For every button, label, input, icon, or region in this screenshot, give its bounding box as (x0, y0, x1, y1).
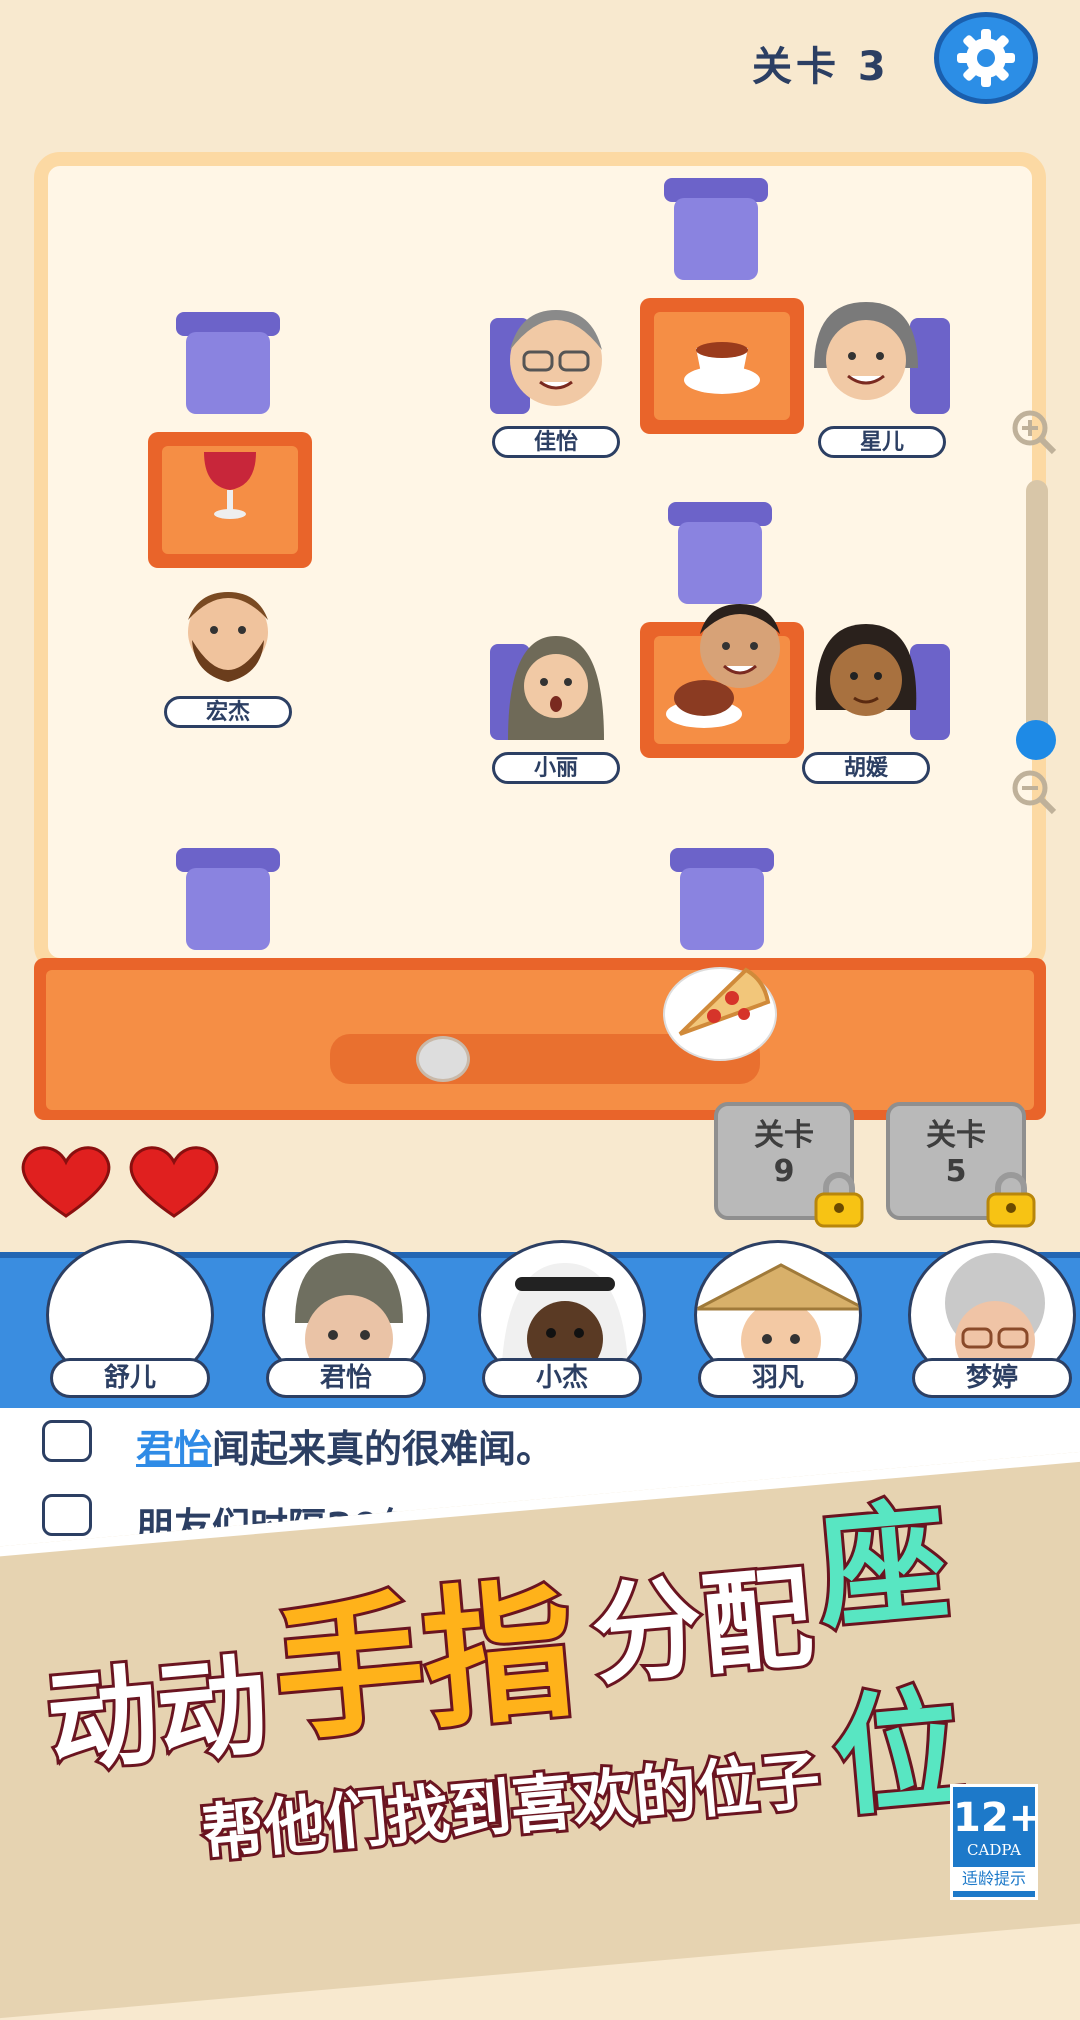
wine-glass-icon (204, 452, 256, 519)
hint-customer-link[interactable]: 君怡 (136, 1427, 212, 1471)
settings-button[interactable] (934, 12, 1038, 104)
queue-customer-name: 梦婷 (912, 1358, 1072, 1398)
queue-customer-name: 羽凡 (698, 1358, 858, 1398)
zoom-slider-track[interactable] (1026, 480, 1048, 740)
seat-nameplate: 宏杰 (164, 696, 292, 728)
padlock-icon (986, 1172, 1036, 1228)
promo-word: 手指 (264, 1560, 584, 1765)
pizza-icon[interactable] (662, 962, 778, 1062)
seat-nameplate: 小丽 (492, 752, 620, 784)
zoom-out-icon[interactable] (1010, 768, 1058, 816)
seated-customer-avatar[interactable] (810, 298, 922, 410)
promo-word: 动动 (39, 1638, 275, 1791)
gear-icon (957, 29, 1015, 87)
queue-customer[interactable]: 小杰 (474, 1240, 650, 1404)
seated-customer-avatar[interactable] (500, 300, 612, 412)
heart-icon (21, 1146, 111, 1218)
seat-nameplate: 佳怡 (492, 426, 620, 458)
queue-customer[interactable]: 舒儿 (42, 1240, 218, 1404)
seated-customer-avatar[interactable] (684, 590, 796, 702)
seat-nameplate: 胡媛 (802, 752, 930, 784)
zoom-slider-handle[interactable] (1016, 720, 1056, 760)
seat-nameplate: 星儿 (818, 426, 946, 458)
age-rating-badge: 12+ CADPA 适龄提示 (950, 1784, 1043, 1900)
seated-customer-avatar[interactable] (500, 630, 612, 742)
chair[interactable] (666, 846, 778, 954)
age-rating-org: CADPA (967, 1841, 1021, 1859)
age-rating-value: 12+ (953, 1795, 1043, 1841)
queue-customer[interactable]: 梦婷 (904, 1240, 1080, 1404)
locked-level-label: 关卡 (926, 1118, 986, 1153)
age-rating-note: 适龄提示 (953, 1867, 1035, 1891)
chair[interactable] (172, 310, 284, 418)
queue-customer-name: 小杰 (482, 1358, 642, 1398)
padlock-icon (814, 1172, 864, 1228)
queue-customer[interactable]: 君怡 (258, 1240, 434, 1404)
promo-word: 分配 (584, 1550, 820, 1703)
table[interactable] (148, 432, 312, 568)
seated-customer-avatar[interactable] (172, 580, 284, 692)
teacup-icon (684, 342, 760, 394)
empty-plate[interactable] (416, 1036, 470, 1082)
chair[interactable] (660, 176, 772, 284)
hint-text-rest: 闻起来真的很难闻。 (212, 1427, 555, 1471)
queue-customer-name: 君怡 (266, 1358, 426, 1398)
level-title: 关卡 3 (752, 44, 890, 90)
zoom-in-icon[interactable] (1010, 408, 1058, 456)
queue-customer[interactable]: 羽凡 (690, 1240, 866, 1404)
queue-customer-name: 舒儿 (50, 1358, 210, 1398)
table[interactable] (640, 298, 804, 434)
locked-level-label: 关卡 (754, 1118, 814, 1153)
chair[interactable] (172, 846, 284, 954)
seated-customer-avatar[interactable] (810, 620, 922, 732)
hint-checkbox[interactable] (42, 1420, 92, 1462)
hint-text: 君怡闻起来真的很难闻。 (136, 1418, 554, 1473)
heart-icon (129, 1146, 219, 1218)
